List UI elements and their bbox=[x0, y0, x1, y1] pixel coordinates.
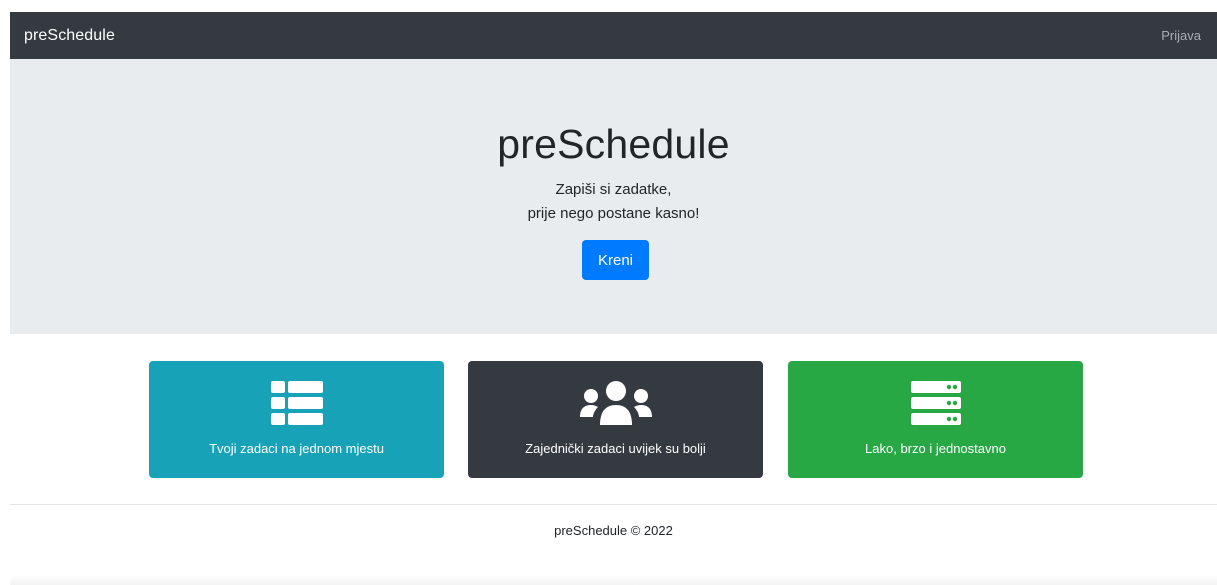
feature-card-label: Lako, brzo i jednostavno bbox=[865, 441, 1006, 456]
feature-card-label: Tvoji zadaci na jednom mjestu bbox=[209, 441, 384, 456]
footer-divider bbox=[10, 504, 1217, 505]
navbar-brand[interactable]: preSchedule bbox=[24, 27, 115, 45]
footer-text: preSchedule © 2022 bbox=[554, 523, 673, 538]
server-icon bbox=[788, 381, 1083, 425]
feature-card-tasks[interactable]: Tvoji zadaci na jednom mjestu bbox=[149, 361, 444, 478]
navbar: preSchedule Prijava bbox=[10, 12, 1217, 59]
page: preSchedule Prijava preSchedule Zapiši s… bbox=[10, 12, 1217, 585]
feature-card-shared[interactable]: Zajednički zadaci uvijek su bolji bbox=[468, 361, 763, 478]
hero-title: preSchedule bbox=[497, 121, 730, 167]
login-link[interactable]: Prijava bbox=[1161, 28, 1201, 43]
hero-jumbotron: preSchedule Zapiši si zadatke, prije neg… bbox=[10, 59, 1217, 334]
users-icon bbox=[468, 381, 763, 425]
hero-tagline-line1: Zapiši si zadatke, bbox=[555, 181, 672, 198]
feature-card-label: Zajednički zadaci uvijek su bolji bbox=[525, 441, 706, 456]
start-button[interactable]: Kreni bbox=[582, 240, 649, 280]
hero-tagline-line2: prije nego postane kasno! bbox=[527, 205, 700, 222]
feature-card-easy[interactable]: Lako, brzo i jednostavno bbox=[788, 361, 1083, 478]
bottom-shade bbox=[10, 575, 1217, 585]
th-list-icon bbox=[149, 381, 444, 425]
